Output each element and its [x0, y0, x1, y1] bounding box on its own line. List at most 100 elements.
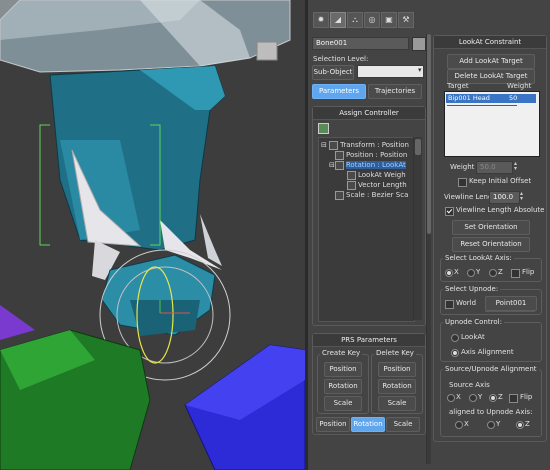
motion-panel-scrollbar[interactable] — [426, 34, 431, 464]
controller-icon — [347, 180, 356, 190]
assign-controller-title[interactable]: Assign Controller — [313, 107, 425, 120]
motion-tab-icon[interactable]: ◎ — [364, 12, 380, 28]
create-position-button[interactable]: Position — [324, 362, 362, 377]
select-lookat-axis-group: Select LookAt Axis: X Y Z Flip — [440, 254, 542, 282]
lookat-radio[interactable] — [451, 334, 459, 342]
create-rotation-button[interactable]: Rotation — [324, 379, 362, 394]
modify-tab-icon[interactable]: ◢ — [330, 12, 346, 28]
hierarchy-tab-icon[interactable]: ⛬ — [347, 12, 363, 28]
target-list[interactable]: Bip001 Head 50 — [444, 91, 540, 157]
delete-key-label: Delete Key — [374, 349, 416, 357]
tab-scale[interactable]: Scale — [386, 417, 420, 432]
axis-alignment-radio[interactable] — [451, 349, 459, 357]
aligned-to-upnode-axis-label: aligned to Upnode Axis: — [449, 408, 533, 416]
spinner-arrows-icon[interactable]: ▴ ▾ — [514, 161, 517, 172]
tab-rotation[interactable]: Rotation — [351, 417, 385, 432]
world-checkbox[interactable] — [445, 300, 454, 309]
keep-initial-offset-checkbox[interactable] — [458, 178, 467, 187]
source-flip-label: Flip — [520, 393, 533, 401]
tab-parameters[interactable]: Parameters — [312, 84, 366, 99]
create-key-label: Create Key — [320, 349, 363, 357]
selection-level-label: Selection Level: — [313, 55, 369, 63]
source-upnode-alignment-group: Source/Upnode Alignment Source Axis X Y … — [440, 365, 542, 437]
motion-panel-scrollbar-thumb[interactable] — [427, 34, 431, 234]
object-color-swatch[interactable] — [412, 37, 426, 51]
tab-position[interactable]: Position — [316, 417, 350, 432]
target-weight: 50 — [509, 94, 518, 102]
aligned-y-radio[interactable] — [487, 421, 495, 429]
axis-x-label: X — [454, 268, 459, 276]
axis-z-label: Z — [498, 268, 503, 276]
controller-icon — [335, 150, 344, 160]
prs-parameters-rollout: PRS Parameters Create Key Position Rotat… — [312, 333, 426, 435]
source-z-radio[interactable] — [489, 394, 497, 402]
viewport[interactable] — [0, 0, 305, 470]
aligned-z-label: Z — [525, 420, 530, 428]
sub-object-button[interactable]: Sub-Object — [312, 65, 354, 80]
collapse-icon[interactable]: ⊟ — [321, 141, 327, 149]
red-marker-underline — [485, 311, 535, 312]
set-orientation-button[interactable]: Set Orientation — [452, 220, 530, 235]
upnode-control-group: Upnode Control: LookAt Axis Alignment — [440, 318, 542, 362]
tree-scrollbar[interactable] — [413, 137, 422, 320]
prs-parameters-title[interactable]: PRS Parameters — [313, 334, 425, 347]
axis-flip-checkbox[interactable] — [511, 269, 520, 278]
add-lookat-target-button[interactable]: Add LookAt Target — [447, 54, 535, 69]
axis-z-radio[interactable] — [489, 269, 497, 277]
display-tab-icon[interactable]: ▣ — [381, 12, 397, 28]
spinner-arrows-icon[interactable]: ▴ ▾ — [520, 191, 523, 202]
target-list-row[interactable]: Bip001 Head 50 — [446, 94, 536, 103]
tree-scrollbar-thumb[interactable] — [415, 139, 421, 155]
tree-row-vector-length[interactable]: Vector Length — [347, 180, 407, 190]
tree-row-rotation[interactable]: ⊟ Rotation : LookAt — [329, 160, 406, 170]
tree-row-scale[interactable]: Scale : Bezier Sca — [335, 190, 408, 200]
chevron-down-icon[interactable]: ▾ — [418, 66, 422, 74]
viewline-length-absolute-checkbox[interactable] — [445, 207, 454, 216]
tree-row-position[interactable]: Position : Position — [335, 150, 407, 160]
controller-icon — [334, 160, 344, 170]
assign-controller-rollout: Assign Controller ⊟ Transform : Position… — [312, 106, 426, 326]
keep-initial-offset-label: Keep Initial Offset — [469, 177, 532, 185]
source-flip-checkbox[interactable] — [509, 394, 518, 403]
create-tab-icon[interactable]: ✹ — [313, 12, 329, 28]
sub-object-dropdown[interactable] — [357, 65, 424, 78]
select-upnode-title: Select Upnode: — [443, 285, 501, 293]
world-label: World — [456, 299, 477, 307]
tree-row-lookat-weight[interactable]: LookAt Weigh — [347, 170, 406, 180]
lookat-option-label: LookAt — [461, 333, 485, 341]
source-y-radio[interactable] — [469, 394, 477, 402]
aligned-x-radio[interactable] — [455, 421, 463, 429]
tab-trajectories[interactable]: Trajectories — [368, 84, 422, 99]
delete-scale-button[interactable]: Scale — [378, 396, 416, 411]
target-name: Bip001 Head — [448, 94, 490, 102]
viewline-length-absolute-label: Viewline Length Absolute — [456, 206, 545, 214]
controller-icon — [347, 170, 356, 180]
delete-rotation-button[interactable]: Rotation — [378, 379, 416, 394]
weight-label: Weight — [450, 163, 475, 171]
upnode-pick-button[interactable]: Point001 — [485, 296, 537, 311]
delete-position-button[interactable]: Position — [378, 362, 416, 377]
create-scale-button[interactable]: Scale — [324, 396, 362, 411]
object-name-field[interactable]: Bone001 — [312, 37, 409, 50]
axis-flip-label: Flip — [522, 268, 535, 276]
assign-controller-icon[interactable] — [318, 123, 329, 134]
viewline-length-spinner[interactable]: 100.0 — [489, 191, 520, 204]
source-x-radio[interactable] — [447, 394, 455, 402]
lookat-constraint-rollout: LookAt Constraint Add LookAt Target Dele… — [433, 35, 547, 442]
source-upnode-alignment-title: Source/Upnode Alignment — [443, 365, 539, 373]
delete-key-group: Delete Key Position Rotation Scale — [371, 349, 423, 414]
utilities-tab-icon[interactable]: ⚒ — [398, 12, 414, 28]
reset-orientation-button[interactable]: Reset Orientation — [452, 237, 530, 252]
controller-tree[interactable]: ⊟ Transform : Position Position : Positi… — [318, 137, 415, 322]
aligned-z-radio[interactable] — [516, 421, 524, 429]
select-lookat-axis-title: Select LookAt Axis: — [443, 254, 514, 262]
upnode-control-title: Upnode Control: — [443, 318, 504, 326]
target-column-header: Target — [447, 82, 469, 90]
lookat-constraint-title[interactable]: LookAt Constraint — [434, 36, 546, 49]
axis-x-radio[interactable] — [445, 269, 453, 277]
weight-column-header: Weight — [507, 82, 532, 90]
tree-row-transform[interactable]: ⊟ Transform : Position — [321, 140, 409, 150]
axis-y-radio[interactable] — [467, 269, 475, 277]
axis-alignment-label: Axis Alignment — [461, 348, 514, 356]
weight-spinner[interactable]: 50.0 — [476, 161, 513, 174]
